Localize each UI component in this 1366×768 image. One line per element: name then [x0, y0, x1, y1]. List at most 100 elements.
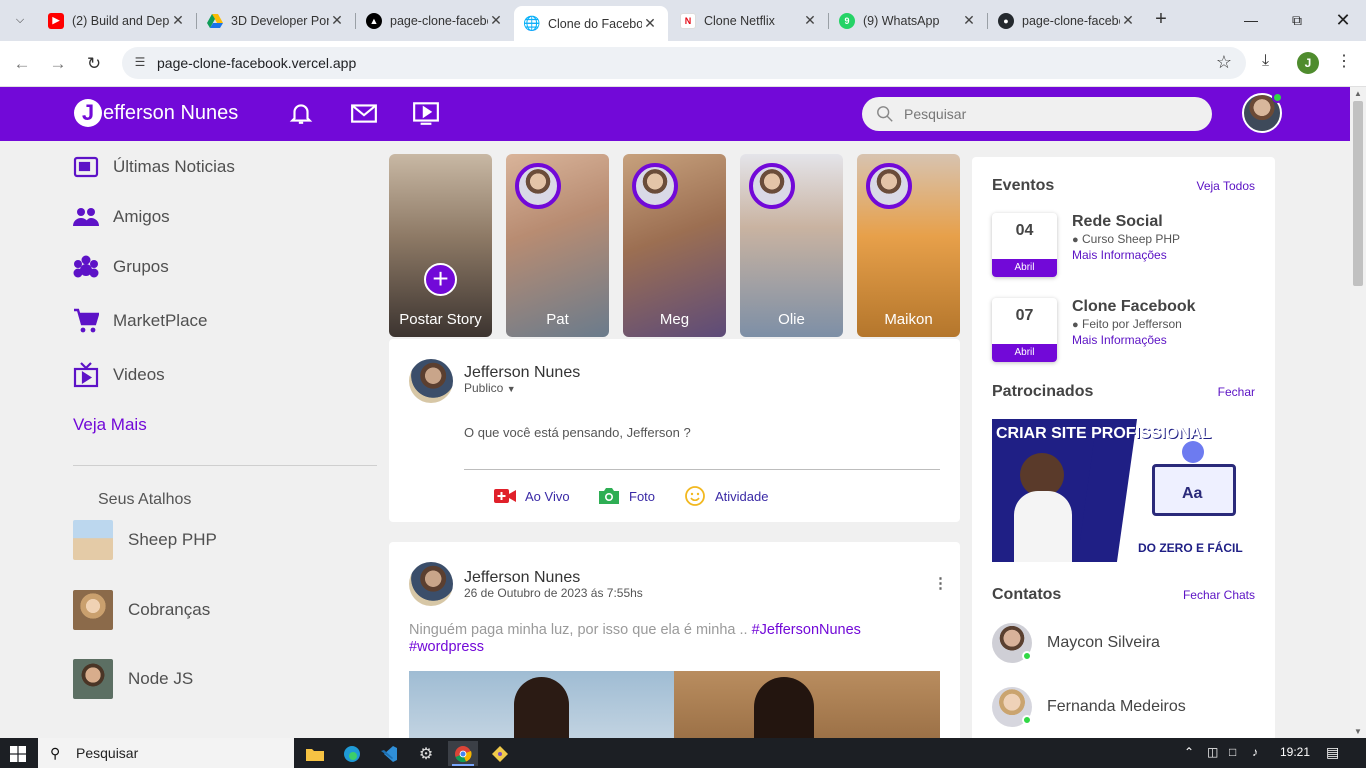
- shortcut-thumbnail: [73, 590, 113, 630]
- composer-avatar: [409, 359, 453, 403]
- close-icon[interactable]: ✕: [802, 12, 818, 29]
- shortcut-item[interactable]: Node JS: [73, 659, 193, 699]
- hashtag-link[interactable]: #JeffersonNunes: [752, 622, 861, 638]
- forward-button[interactable]: →: [45, 51, 71, 77]
- settings-icon[interactable]: ⚙: [411, 741, 441, 766]
- close-icon[interactable]: ✕: [1120, 12, 1136, 29]
- mail-icon[interactable]: [350, 100, 378, 126]
- address-bar-row: ← → ↻ ☰ page-clone-facebook.vercel.app ☆: [0, 41, 1366, 87]
- photo-button[interactable]: Foto: [598, 485, 655, 507]
- friends-icon: [73, 204, 99, 230]
- clock[interactable]: 19:21: [1280, 745, 1310, 759]
- omnibox[interactable]: ☰ page-clone-facebook.vercel.app ☆: [122, 47, 1246, 79]
- more-options-icon[interactable]: ⋮: [933, 574, 948, 592]
- bookmark-star-icon[interactable]: ☆: [1216, 52, 1232, 73]
- site-logo[interactable]: J efferson Nunes: [74, 98, 238, 128]
- browser-tab[interactable]: 3D Developer Portfolio ✕: [197, 6, 355, 35]
- event-more-link[interactable]: Mais Informações: [1072, 333, 1167, 347]
- sidebar-item-videos[interactable]: Videos: [73, 360, 165, 390]
- browser-tab[interactable]: ● page-clone-facebook ✕: [988, 6, 1146, 35]
- story-card-post[interactable]: + Postar Story: [389, 154, 492, 337]
- contact-item[interactable]: Maycon Silveira: [992, 623, 1160, 663]
- site-settings-icon[interactable]: ☰: [132, 55, 148, 71]
- search-input[interactable]: [904, 104, 1184, 124]
- close-sponsored-link[interactable]: Fechar: [1218, 385, 1255, 399]
- browser-tab[interactable]: N Clone Netflix ✕: [670, 6, 828, 35]
- add-story-icon[interactable]: +: [424, 263, 457, 296]
- activity-button[interactable]: Atividade: [684, 485, 768, 507]
- volume-icon[interactable]: ♪: [1252, 745, 1258, 759]
- url-text[interactable]: page-clone-facebook.vercel.app: [157, 55, 356, 71]
- shortcut-item[interactable]: Sheep PHP: [73, 520, 217, 560]
- event-more-link[interactable]: Mais Informações: [1072, 248, 1167, 262]
- scroll-down-icon[interactable]: ▼: [1354, 727, 1362, 736]
- browser-tab[interactable]: 9 (9) WhatsApp ✕: [829, 6, 987, 35]
- browser-menu-icon[interactable]: ⋮: [1336, 51, 1352, 71]
- close-icon[interactable]: ✕: [642, 15, 658, 32]
- tab-search-chevron-icon[interactable]: ⌵: [8, 8, 32, 32]
- windows-start-icon[interactable]: [10, 746, 26, 762]
- git-app-icon[interactable]: [485, 741, 515, 766]
- network-icon[interactable]: □: [1229, 745, 1236, 759]
- right-sidebar: Eventos Veja Todos 04 Abril Rede Social …: [972, 157, 1275, 738]
- new-tab-button[interactable]: +: [1150, 8, 1172, 32]
- map-pin-icon: ●: [1072, 234, 1079, 246]
- close-icon[interactable]: ✕: [488, 12, 504, 29]
- browser-tab-active[interactable]: 🌐 Clone do Facebook ✕: [514, 6, 668, 41]
- browser-tab[interactable]: ▶ (2) Build and Deploy ✕: [38, 6, 196, 35]
- story-card[interactable]: Olie: [740, 154, 843, 337]
- back-button[interactable]: ←: [9, 51, 35, 77]
- sidebar-item-marketplace[interactable]: MarketPlace: [73, 306, 207, 336]
- online-indicator: [1022, 715, 1032, 725]
- sponsored-ad-banner[interactable]: CRIAR SITE PROFISSIONAL Aa DO ZERO E FÁC…: [992, 419, 1255, 562]
- close-window-button[interactable]: ✕: [1328, 8, 1358, 32]
- windows-taskbar: ⚲ Pesquisar ⚙ ⌃ ◫ □ ♪ 19:21 ▤: [0, 738, 1366, 768]
- minimize-button[interactable]: —: [1236, 8, 1266, 32]
- browser-profile-avatar[interactable]: J: [1297, 52, 1319, 74]
- close-icon[interactable]: ✕: [961, 12, 977, 29]
- taskbar-search[interactable]: ⚲ Pesquisar: [38, 738, 294, 768]
- live-video-button[interactable]: Ao Vivo: [494, 485, 570, 507]
- caret-down-icon: ▼: [506, 384, 516, 394]
- close-icon[interactable]: ✕: [170, 12, 186, 29]
- reload-button[interactable]: ↻: [81, 51, 107, 77]
- search-box[interactable]: [862, 97, 1212, 131]
- watch-video-icon[interactable]: [412, 100, 440, 126]
- close-icon[interactable]: ✕: [329, 12, 345, 29]
- sidebar-item-friends[interactable]: Amigos: [73, 202, 170, 232]
- shortcut-item[interactable]: Cobranças: [73, 590, 210, 630]
- events-heading: Eventos: [992, 177, 1055, 194]
- post-author[interactable]: Jefferson Nunes: [464, 569, 580, 587]
- chrome-icon[interactable]: [448, 741, 478, 766]
- page-scrollbar[interactable]: ▲ ▼: [1350, 87, 1366, 738]
- file-explorer-icon[interactable]: [300, 741, 330, 766]
- story-card[interactable]: Maikon: [857, 154, 960, 337]
- see-more-link[interactable]: Veja Mais: [73, 415, 147, 435]
- post-author-avatar[interactable]: [409, 562, 453, 606]
- composer-input[interactable]: O que você está pensando, Jefferson ?: [464, 425, 691, 440]
- scroll-up-icon[interactable]: ▲: [1354, 89, 1362, 98]
- notifications-icon[interactable]: ▤: [1326, 744, 1339, 761]
- download-icon[interactable]: ⤓: [1262, 52, 1269, 70]
- scroll-thumb[interactable]: [1353, 101, 1363, 286]
- sidebar-item-news[interactable]: Últimas Noticias: [73, 152, 235, 182]
- hashtag-link[interactable]: #wordpress: [409, 639, 484, 655]
- contact-item[interactable]: Fernanda Medeiros: [992, 687, 1186, 727]
- browser-tab[interactable]: ▲ page-clone-facebook ✕: [356, 6, 514, 35]
- sidebar-item-groups[interactable]: Grupos: [73, 252, 169, 282]
- camera-icon: [598, 486, 620, 506]
- tray-chevron-icon[interactable]: ⌃: [1184, 745, 1194, 759]
- bell-icon[interactable]: [288, 100, 314, 126]
- close-chats-link[interactable]: Fechar Chats: [1183, 588, 1255, 602]
- restore-button[interactable]: ⧉: [1282, 8, 1312, 32]
- battery-icon[interactable]: ◫: [1207, 745, 1218, 759]
- user-avatar[interactable]: [1242, 92, 1283, 133]
- privacy-selector[interactable]: Publico ▼: [464, 381, 516, 395]
- edge-icon[interactable]: [337, 741, 367, 766]
- story-card[interactable]: Pat: [506, 154, 609, 337]
- see-all-events-link[interactable]: Veja Todos: [1197, 179, 1256, 193]
- github-icon: ●: [998, 12, 1014, 29]
- story-card[interactable]: Meg: [623, 154, 726, 337]
- post-image[interactable]: [409, 671, 940, 738]
- vscode-icon[interactable]: [374, 741, 404, 766]
